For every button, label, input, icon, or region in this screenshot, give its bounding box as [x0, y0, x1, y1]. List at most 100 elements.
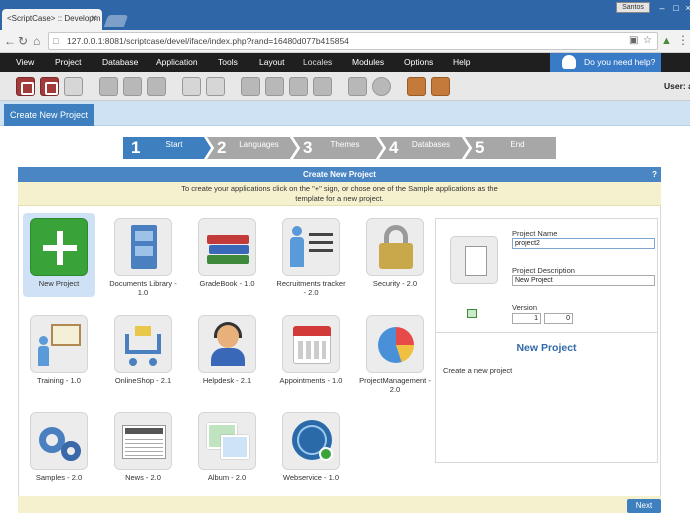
panel-footer — [18, 496, 661, 513]
edit-application-tool-icon[interactable] — [123, 77, 142, 96]
wizard-step-label: Themes — [330, 140, 360, 149]
page-info-icon[interactable]: □ — [53, 36, 58, 46]
back-icon[interactable]: ← — [4, 34, 16, 48]
panel-title: Create New Project — [303, 170, 376, 179]
sample-label: News - 2.0 — [125, 473, 161, 482]
menu-project[interactable]: Project — [55, 57, 81, 67]
browser-tab-title: <ScriptCase> :: Developm — [7, 14, 101, 23]
browser-user-badge[interactable]: Santos — [616, 2, 650, 13]
sample-label: Samples - 2.0 — [35, 473, 83, 482]
gears-icon — [30, 412, 88, 470]
paste-tool-icon[interactable] — [206, 77, 225, 96]
sample-webservice[interactable]: Webservice - 1.0 — [275, 407, 347, 491]
sample-new-project[interactable]: New Project — [23, 213, 95, 297]
sample-security[interactable]: Security - 2.0 — [359, 213, 431, 297]
menu-options[interactable]: Options — [404, 57, 433, 67]
list-applications-tool-icon[interactable] — [147, 77, 166, 96]
project-name-input[interactable] — [512, 238, 655, 249]
minimize-icon[interactable]: – — [655, 3, 669, 13]
settings-tool-icon[interactable] — [265, 77, 284, 96]
sample-news[interactable]: News - 2.0 — [107, 407, 179, 491]
translate-icon[interactable]: ▣ — [629, 35, 638, 46]
menu-database[interactable]: Database — [102, 57, 138, 67]
wizard-step-languages[interactable]: 2 Languages — [207, 137, 297, 159]
sample-label: Documents Library - 1.0 — [109, 279, 177, 297]
sample-gradebook[interactable]: GradeBook - 1.0 — [191, 213, 263, 297]
toolbar-user-label: User: a — [664, 81, 690, 91]
wizard-step-end[interactable]: 5 End — [465, 137, 556, 159]
browser-tab[interactable]: <ScriptCase> :: Developm × — [2, 9, 102, 30]
wizard-step-start[interactable]: 1 Start — [123, 137, 211, 159]
extension-icon[interactable]: ▲ — [661, 35, 672, 47]
person-list-icon — [282, 218, 340, 276]
browser-menu-icon[interactable]: ⋮ — [677, 33, 689, 47]
menu-view[interactable]: View — [16, 57, 34, 67]
wizard-step-databases[interactable]: 4 Databases — [379, 137, 469, 159]
project-form: Project Name Project Description Version… — [435, 218, 658, 463]
shopping-cart-icon — [114, 315, 172, 373]
need-help-button[interactable]: Do you need help? — [550, 53, 661, 72]
document-icon — [450, 236, 498, 284]
new-application-tool-icon[interactable] — [99, 77, 118, 96]
app-toolbar: User: a — [0, 72, 690, 101]
menu-application[interactable]: Application — [156, 57, 198, 67]
sample-label: Album - 2.0 — [207, 473, 247, 482]
url-field[interactable]: □ 127.0.0.1:8081/scriptcase/devel/iface/… — [48, 32, 658, 50]
exit-tool-icon[interactable] — [431, 77, 450, 96]
wizard-step-label: Languages — [239, 140, 279, 149]
help-question-tool-icon[interactable] — [407, 77, 426, 96]
sample-label: New Project — [38, 279, 80, 288]
documentation-tool-icon[interactable] — [348, 77, 367, 96]
form-divider — [436, 332, 657, 333]
run-tool-icon[interactable] — [289, 77, 308, 96]
project-description-input[interactable] — [512, 275, 655, 286]
menu-locales[interactable]: Locales — [303, 57, 332, 67]
sample-appointments[interactable]: Appointments - 1.0 — [275, 310, 347, 394]
export-tool-icon[interactable] — [313, 77, 332, 96]
image-upload-icon[interactable] — [467, 309, 477, 318]
sample-samples[interactable]: Samples - 2.0 — [23, 407, 95, 491]
menu-modules[interactable]: Modules — [352, 57, 384, 67]
close-window-icon[interactable]: × — [681, 3, 690, 13]
chat-tool-icon[interactable] — [372, 77, 391, 96]
wizard-step-themes[interactable]: 3 Themes — [293, 137, 383, 159]
sample-onlineshop[interactable]: OnlineShop - 2.1 — [107, 310, 179, 394]
books-icon — [198, 218, 256, 276]
version-minor-input[interactable] — [544, 313, 573, 324]
open-project-tool-icon[interactable] — [40, 77, 59, 96]
menu-help[interactable]: Help — [453, 57, 470, 67]
new-project-tool-icon[interactable] — [16, 77, 35, 96]
panel-header: Create New Project ? — [18, 167, 661, 182]
next-button[interactable]: Next — [627, 499, 661, 513]
page-tabbar: Create New Project — [0, 101, 690, 126]
new-tab-button[interactable] — [103, 15, 129, 27]
calendar-icon — [282, 315, 340, 373]
sample-projectmanagement[interactable]: ProjectManagement - 2.0 — [359, 310, 431, 394]
sample-label: OnlineShop - 2.1 — [114, 376, 172, 385]
sample-training[interactable]: Training - 1.0 — [23, 310, 95, 394]
sample-label: Training - 1.0 — [37, 376, 81, 385]
app-menubar: View Project Database Application Tools … — [0, 53, 690, 72]
close-tab-icon[interactable]: × — [91, 13, 97, 24]
sample-helpdesk[interactable]: Helpdesk - 2.1 — [191, 310, 263, 394]
sample-documents-library[interactable]: Documents Library - 1.0 — [107, 213, 179, 297]
bookmark-star-icon[interactable]: ☆ — [643, 35, 652, 46]
sample-recruitments-tracker[interactable]: Recruitments tracker - 2.0 — [275, 213, 347, 297]
reload-icon[interactable]: ↻ — [18, 34, 28, 48]
sample-album[interactable]: Album - 2.0 — [191, 407, 263, 491]
menu-layout[interactable]: Layout — [259, 57, 285, 67]
tab-create-new-project[interactable]: Create New Project — [4, 104, 95, 126]
url-text: 127.0.0.1:8081/scriptcase/devel/iface/in… — [67, 36, 349, 46]
instruction-line: To create your applications click on the… — [181, 184, 498, 193]
padlock-icon — [366, 218, 424, 276]
project-properties-tool-icon[interactable] — [64, 77, 83, 96]
support-agent-icon — [562, 55, 576, 69]
need-help-label: Do you need help? — [584, 57, 656, 67]
panel-help-icon[interactable]: ? — [652, 167, 657, 182]
sample-label: Helpdesk - 2.1 — [202, 376, 252, 385]
home-icon[interactable]: ⌂ — [33, 34, 40, 48]
menu-tools[interactable]: Tools — [218, 57, 238, 67]
version-major-input[interactable] — [512, 313, 541, 324]
generate-tool-icon[interactable] — [241, 77, 260, 96]
copy-tool-icon[interactable] — [182, 77, 201, 96]
